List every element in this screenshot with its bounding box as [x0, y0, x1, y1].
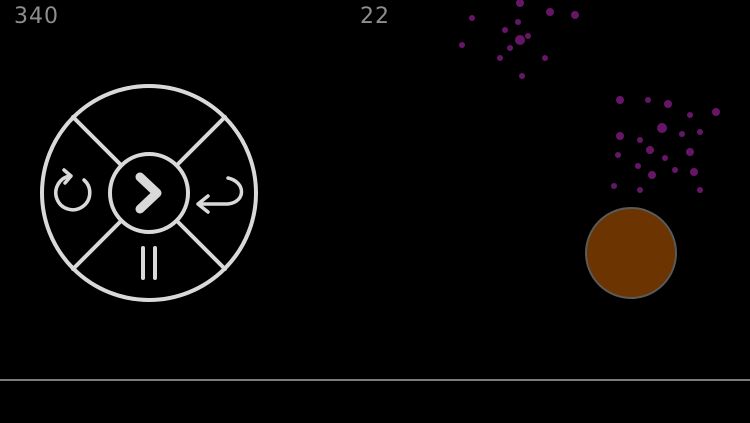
back-button[interactable] — [190, 158, 252, 228]
pause-button[interactable] — [122, 234, 176, 290]
score-label: 340 — [14, 4, 59, 29]
ground-line — [0, 379, 750, 381]
play-chevron-icon — [135, 172, 162, 214]
pause-icon — [141, 246, 157, 280]
back-return-icon — [196, 176, 244, 214]
restart-button[interactable] — [46, 158, 104, 228]
player-ball — [585, 207, 677, 299]
restart-icon — [54, 168, 92, 212]
play-button[interactable] — [110, 154, 188, 232]
pause-menu-wheel — [38, 82, 260, 304]
counter-label: 22 — [360, 4, 390, 29]
